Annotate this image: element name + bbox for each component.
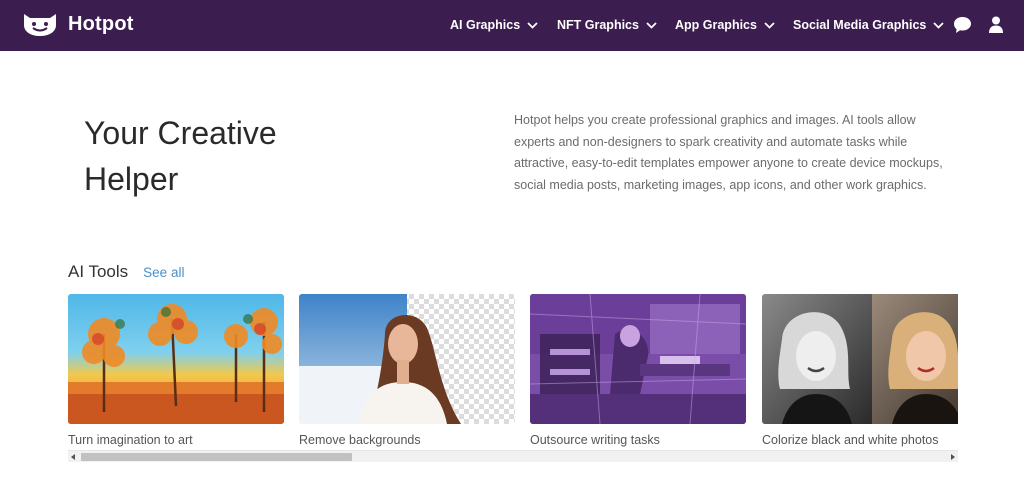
- tool-card-imagination-to-art[interactable]: Turn imagination to art: [68, 294, 284, 447]
- top-navigation-bar: Hotpot AI Graphics NFT Graphics App Grap…: [0, 0, 1024, 51]
- background-removal-image: [299, 294, 515, 424]
- nav-nft-graphics[interactable]: NFT Graphics: [557, 18, 657, 32]
- nav-social-media-graphics[interactable]: Social Media Graphics: [793, 18, 945, 32]
- chevron-down-icon: [933, 21, 945, 29]
- hero-title: Your Creative Helper: [84, 110, 384, 202]
- tool-card-remove-backgrounds[interactable]: Remove backgrounds: [299, 294, 515, 447]
- hero-description: Hotpot helps you create professional gra…: [514, 113, 943, 192]
- carousel-horizontal-scrollbar[interactable]: [68, 450, 958, 462]
- nav-app-graphics-label: App Graphics: [675, 18, 757, 32]
- user-icon[interactable]: [989, 16, 1003, 33]
- nav-social-media-graphics-label: Social Media Graphics: [793, 18, 927, 32]
- painted-trees-image: [68, 294, 284, 424]
- nav-ai-graphics[interactable]: AI Graphics: [450, 18, 538, 32]
- chevron-down-icon: [646, 21, 657, 29]
- tool-card-caption: Outsource writing tasks: [530, 433, 660, 447]
- tool-card-outsource-writing[interactable]: Outsource writing tasks: [530, 294, 746, 447]
- tool-card-colorize-photos[interactable]: Colorize black and white photos: [762, 294, 958, 447]
- ai-tools-header: AI Tools See all: [68, 262, 184, 282]
- hero-title-line-1: Your Creative: [84, 115, 277, 151]
- chevron-down-icon: [764, 21, 775, 29]
- smiling-pot-icon: [24, 14, 56, 36]
- see-all-link[interactable]: See all: [143, 265, 184, 280]
- scrollbar-thumb[interactable]: [81, 453, 352, 461]
- brand-name: Hotpot: [68, 12, 134, 35]
- tool-card-caption: Colorize black and white photos: [762, 433, 939, 447]
- ai-tools-title: AI Tools: [68, 262, 129, 281]
- chevron-down-icon: [527, 21, 538, 29]
- nav-app-graphics[interactable]: App Graphics: [675, 18, 775, 32]
- hero-title-line-2: Helper: [84, 161, 179, 197]
- ai-tools-carousel: Turn imagination to art Remove backgroun…: [68, 294, 958, 454]
- brand-logo[interactable]: Hotpot: [22, 11, 134, 37]
- scroll-left-arrow-icon[interactable]: [71, 454, 75, 460]
- colorize-portrait-image: [762, 294, 958, 424]
- tool-card-caption: Remove backgrounds: [299, 433, 421, 447]
- nav-nft-graphics-label: NFT Graphics: [557, 18, 639, 32]
- tool-card-caption: Turn imagination to art: [68, 433, 193, 447]
- purple-writer-painting-image: [530, 294, 746, 424]
- scroll-right-arrow-icon[interactable]: [951, 454, 955, 460]
- nav-ai-graphics-label: AI Graphics: [450, 18, 521, 32]
- chat-icon[interactable]: [953, 16, 972, 34]
